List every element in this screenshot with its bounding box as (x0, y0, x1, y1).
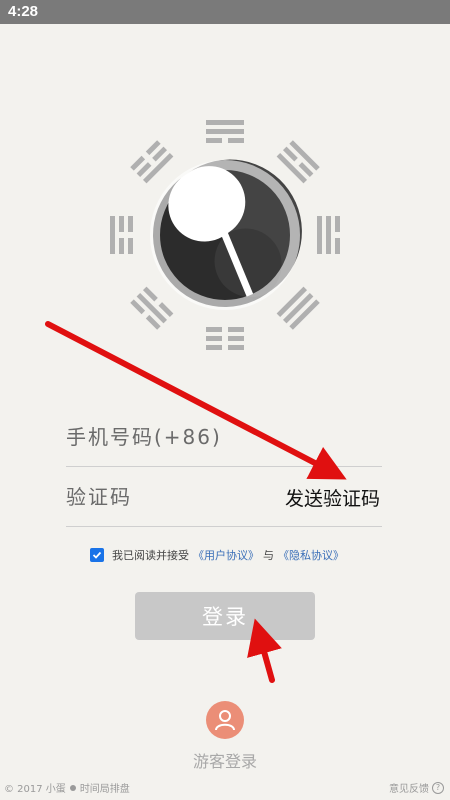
bagua-logo (110, 120, 340, 350)
verification-code-input[interactable] (66, 468, 266, 526)
check-icon (92, 551, 102, 559)
trigram (110, 216, 133, 254)
agreement-connector: 与 (263, 549, 274, 562)
feedback-label: 意见反馈 (389, 784, 429, 795)
trigram (206, 327, 244, 350)
trigram (130, 286, 174, 330)
footer-copyright: © 2017 小蛋 时间局排盘 (4, 780, 130, 795)
status-bar: 4:28 (0, 0, 450, 24)
login-button[interactable]: 登录 (135, 592, 315, 640)
privacy-agreement-link[interactable]: 《隐私协议》 (278, 547, 344, 563)
trigram (130, 140, 174, 184)
agreement-checkbox[interactable] (90, 548, 104, 562)
phone-input[interactable] (66, 408, 266, 466)
guest-login-label[interactable]: 游客登录 (0, 748, 450, 772)
code-field: 发送验证码 (66, 468, 382, 527)
trigram (317, 216, 340, 254)
feedback-link[interactable]: 意见反馈 ? (389, 780, 444, 795)
app-name: 时间局排盘 (79, 784, 130, 795)
user-agreement-link[interactable]: 《用户协议》 (193, 547, 259, 563)
trigram (276, 286, 320, 330)
copyright-text: © 2017 小蛋 (4, 784, 66, 795)
status-time: 4:28 (8, 3, 39, 20)
app-logo-icon (69, 784, 76, 791)
send-code-button[interactable]: 发送验证码 (285, 484, 380, 511)
help-icon: ? (432, 781, 444, 794)
trigram (276, 140, 320, 184)
phone-field (66, 408, 382, 467)
user-icon (215, 710, 235, 731)
trigram (206, 120, 244, 143)
guest-avatar-button[interactable] (206, 701, 244, 739)
agreement-row: 我已阅读并接受 《用户协议》 与 《隐私协议》 (90, 545, 348, 565)
agreement-prefix: 我已阅读并接受 (112, 549, 189, 562)
